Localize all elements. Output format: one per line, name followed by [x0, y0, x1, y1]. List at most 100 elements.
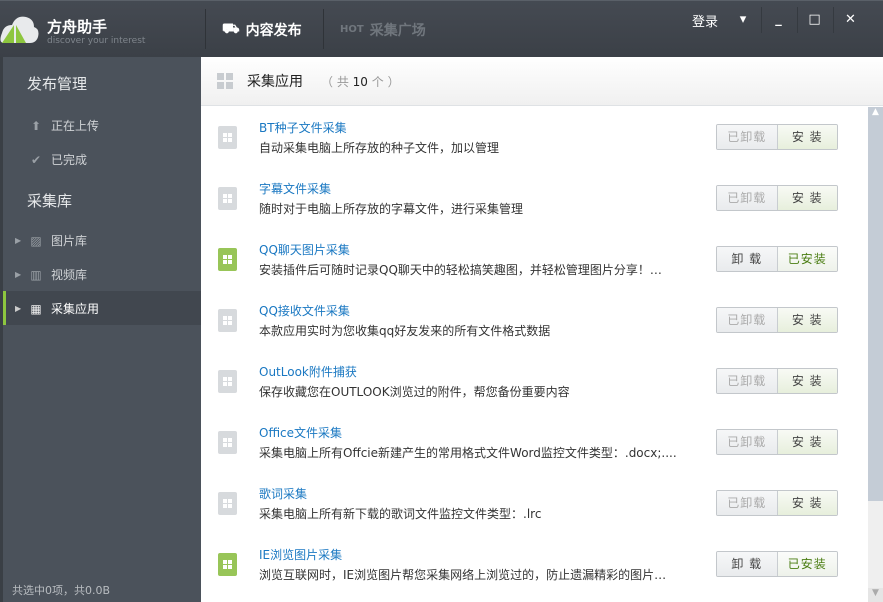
grid-icon [217, 73, 233, 89]
install-toggle: 已卸载 安 装 [716, 185, 838, 211]
app-title-link[interactable]: Office文件采集 [259, 424, 342, 441]
install-button[interactable]: 安 装 [777, 186, 837, 210]
install-button[interactable]: 安 装 [777, 430, 837, 454]
uninstalled-state: 已卸载 [717, 186, 778, 210]
app-title-link[interactable]: 歌词采集 [259, 485, 307, 502]
app-count: （ 共 10 个 ） [321, 75, 400, 89]
grid-icon [223, 316, 232, 325]
expand-triangle-icon[interactable]: ▶ [15, 304, 21, 313]
sidebar-item-apps[interactable]: ▦ 采集应用 [29, 300, 99, 317]
nav-label: 内容发布 [245, 22, 302, 39]
uninstalled-state: 已卸载 [717, 430, 778, 454]
app-slogan: discover your interest [47, 36, 146, 46]
grid-icon [223, 255, 232, 264]
uninstalled-state: 已卸载 [717, 369, 778, 393]
uninstalled-state: 已卸载 [717, 125, 778, 149]
arrow-up-icon: ⬆ [30, 118, 42, 133]
installed-state: 已安装 [777, 552, 837, 576]
app-title-link[interactable]: 字幕文件采集 [259, 180, 331, 197]
install-toggle: 卸 载 已安装 [716, 246, 838, 272]
app-icon [218, 553, 237, 576]
app-icon [218, 126, 237, 149]
app-title-link[interactable]: OutLook附件捕获 [259, 363, 357, 380]
app-description: 采集电脑上所有新下载的歌词文件监控文件类型：.lrc [259, 507, 542, 521]
installed-state: 已安装 [777, 247, 837, 271]
page-title: 采集应用 [247, 74, 303, 90]
sidebar-item-label: 已完成 [51, 153, 88, 167]
install-button[interactable]: 安 装 [777, 308, 837, 332]
scroll-up-icon[interactable]: ▲ [868, 107, 883, 121]
scrollbar-thumb[interactable] [868, 121, 883, 501]
install-toggle: 已卸载 安 装 [716, 307, 838, 333]
title-bar: 方舟助手 discover your interest ⛟ 内容发布 HOT 采集广… [0, 0, 883, 57]
install-toggle: 已卸载 安 装 [716, 490, 838, 516]
divider [323, 9, 324, 49]
app-description: 自动采集电脑上所存放的种子文件，加以管理 [259, 141, 500, 155]
app-icon [218, 492, 237, 515]
app-list-item: 字幕文件采集 随时对于电脑上所存放的字幕文件，进行采集管理 已卸载 安 装 [201, 168, 867, 229]
app-description: 浏览互联网时，IE浏览图片帮您采集网络上浏览过的，防止遗漏精彩的图片… [259, 568, 667, 582]
app-title-link[interactable]: QQ接收文件采集 [259, 302, 350, 319]
image-icon: ▨ [30, 233, 42, 248]
expand-triangle-icon[interactable]: ▶ [15, 236, 21, 245]
sidebar-item-label: 采集应用 [51, 302, 100, 316]
uninstall-button[interactable]: 卸 载 [717, 247, 778, 271]
install-button[interactable]: 安 装 [777, 369, 837, 393]
grid-icon [223, 438, 232, 447]
scrollbar[interactable]: ▲ ▼ [868, 107, 883, 602]
section-publish-management: 发布管理 [27, 75, 88, 93]
app-list-item: BT种子文件采集 自动采集电脑上所存放的种子文件，加以管理 已卸载 安 装 [201, 107, 867, 168]
selection-status: 共选中0项，共0.0B [12, 584, 111, 597]
app-title-link[interactable]: BT种子文件采集 [259, 119, 347, 136]
expand-triangle-icon[interactable]: ▶ [15, 270, 21, 279]
sidebar-item-label: 视频库 [51, 268, 88, 282]
app-list-item: 歌词采集 采集电脑上所有新下载的歌词文件监控文件类型：.lrc 已卸载 安 装 [201, 473, 867, 534]
sidebar-item-completed[interactable]: ✔ 已完成 [29, 151, 87, 168]
app-title-link[interactable]: QQ聊天图片采集 [259, 241, 350, 258]
app-description: 安装插件后可随时记录QQ聊天中的轻松搞笑趣图，并轻松管理图片分享！… [259, 263, 662, 277]
app-icon [218, 431, 237, 454]
sidebar: 发布管理 ⬆ 正在上传 ✔ 已完成 采集库 ▶ ▨ 图片库 ▶ ▥ 视频库 ▶ ▦ 采集应… [0, 57, 201, 602]
upload-tray-icon: ⛟ [222, 20, 240, 37]
uninstalled-state: 已卸载 [717, 491, 778, 515]
hot-icon: HOT [340, 24, 364, 35]
nav-content-publish[interactable]: ⛟ 内容发布 [222, 1, 302, 58]
grid-icon [223, 499, 232, 508]
app-list-item: QQ聊天图片采集 安装插件后可随时记录QQ聊天中的轻松搞笑趣图，并轻松管理图片分… [201, 229, 867, 290]
film-icon: ▥ [30, 267, 42, 282]
app-logo-icon [0, 16, 39, 43]
maximize-button[interactable]: □ [797, 7, 831, 33]
sidebar-item-label: 正在上传 [51, 119, 100, 133]
scroll-down-icon[interactable]: ▼ [868, 588, 883, 602]
app-icon [218, 248, 237, 271]
sidebar-item-images[interactable]: ▨ 图片库 [29, 232, 87, 249]
app-description: 采集电脑上所有Offcie新建产生的常用格式文件Word监控文件类型：.docx… [259, 446, 677, 460]
app-icon [218, 187, 237, 210]
grid-icon [223, 194, 232, 203]
main-panel: 采集应用 （ 共 10 个 ） BT种子文件采集 自动采集电脑上所存放的种子文件… [201, 57, 883, 602]
grid-icon: ▦ [30, 301, 42, 316]
app-title-link[interactable]: IE浏览图片采集 [259, 546, 342, 563]
app-description: 本款应用实时为您收集qq好友发来的所有文件格式数据 [259, 324, 551, 338]
grid-icon [223, 560, 232, 569]
install-toggle: 卸 载 已安装 [716, 551, 838, 577]
menu-dropdown-icon[interactable]: ▾ [726, 7, 760, 33]
minimize-button[interactable]: _ [761, 7, 795, 33]
nav-label: 采集广场 [369, 22, 426, 39]
login-link[interactable]: 登录 [692, 11, 718, 30]
app-list-item: OutLook附件捕获 保存收藏您在OUTLOOK浏览过的附件，帮您备份重要内容… [201, 351, 867, 412]
sidebar-item-label: 图片库 [51, 234, 88, 248]
app-description: 随时对于电脑上所存放的字幕文件，进行采集管理 [259, 202, 524, 216]
uninstall-button[interactable]: 卸 载 [717, 552, 778, 576]
app-list-item: IE浏览图片采集 浏览互联网时，IE浏览图片帮您采集网络上浏览过的，防止遗漏精彩… [201, 534, 867, 595]
install-button[interactable]: 安 装 [777, 491, 837, 515]
content-header: 采集应用 （ 共 10 个 ） [201, 57, 883, 106]
install-button[interactable]: 安 装 [777, 125, 837, 149]
sidebar-item-videos[interactable]: ▥ 视频库 [29, 266, 87, 283]
close-button[interactable]: ✕ [833, 7, 867, 33]
install-toggle: 已卸载 安 装 [716, 368, 838, 394]
app-list-item: Office文件采集 采集电脑上所有Offcie新建产生的常用格式文件Word监… [201, 412, 867, 473]
app-icon [218, 309, 237, 332]
nav-collect-square[interactable]: HOT 采集广场 [340, 1, 426, 58]
sidebar-item-uploading[interactable]: ⬆ 正在上传 [29, 117, 99, 134]
